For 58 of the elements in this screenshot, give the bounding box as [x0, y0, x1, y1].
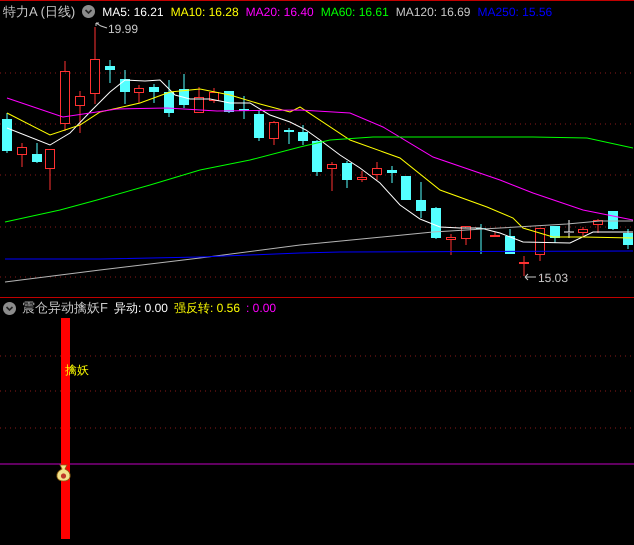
- candlestick: [416, 182, 426, 218]
- candlestick: [564, 220, 574, 238]
- candlestick: [179, 74, 189, 108]
- candlestick: [461, 226, 471, 246]
- candlestick: [490, 232, 500, 238]
- candlestick: [2, 112, 12, 154]
- indicator-title: 震仓异动擒妖F: [22, 299, 108, 317]
- chevron-down-icon[interactable]: [3, 302, 16, 314]
- candlestick: [387, 166, 397, 184]
- candlestick: [519, 256, 529, 276]
- candlestick: [75, 90, 85, 134]
- candlestick: [535, 228, 545, 262]
- leader-line: [96, 22, 108, 28]
- candlestick: [134, 84, 144, 104]
- moving-average-value: MA60: 16.61: [320, 4, 389, 18]
- candlestick: [312, 140, 322, 176]
- candlestick: [431, 206, 441, 240]
- moving-average-value: MA120: 16.69: [396, 4, 470, 18]
- moving-average-value: MA5: 16.21: [102, 4, 164, 18]
- candlestick: [550, 226, 560, 244]
- money-bag-icon: [56, 464, 71, 482]
- candlestick: [342, 160, 352, 188]
- candlestick: [209, 88, 219, 104]
- candlestick: [149, 84, 159, 104]
- moving-average-value: MA250: 15.56: [477, 4, 552, 18]
- candlestick: [327, 162, 337, 192]
- candlestick: [32, 142, 42, 164]
- candlestick: [623, 228, 633, 250]
- chevron-down-icon[interactable]: [82, 5, 96, 18]
- candlestick: [45, 148, 55, 190]
- candlestick: [298, 124, 308, 146]
- indicator-value: 强反转: 0.56: [174, 300, 240, 316]
- candlestick: [476, 224, 486, 254]
- indicator-value: : 0.00: [246, 301, 276, 315]
- moving-average-value: MA10: 16.28: [170, 4, 239, 18]
- candlestick: [254, 110, 264, 142]
- candlestick: [284, 128, 294, 144]
- low-price-label: 15.03: [538, 271, 568, 285]
- candlestick: [593, 218, 603, 234]
- moving-average-value: MA20: 16.40: [246, 4, 314, 18]
- candlestick: [505, 228, 515, 254]
- leader-line: [524, 274, 536, 280]
- high-price-label: 19.99: [108, 22, 138, 36]
- candlestick: [17, 142, 27, 168]
- candlestick: [269, 120, 279, 146]
- candlestick: [164, 80, 174, 118]
- candlestick: [120, 70, 130, 104]
- candlestick: [578, 226, 588, 236]
- candlestick: [372, 162, 382, 180]
- candlestick: [105, 60, 115, 84]
- candlestick: [401, 176, 411, 200]
- candlestick: [194, 86, 204, 114]
- candlestick: [446, 234, 456, 256]
- candlestick: [239, 96, 249, 120]
- chart-title: 特力A (日线): [3, 2, 76, 20]
- candlestick: [357, 170, 367, 182]
- candlestick: [60, 60, 70, 132]
- indicator-value: 异动: 0.00: [114, 300, 168, 316]
